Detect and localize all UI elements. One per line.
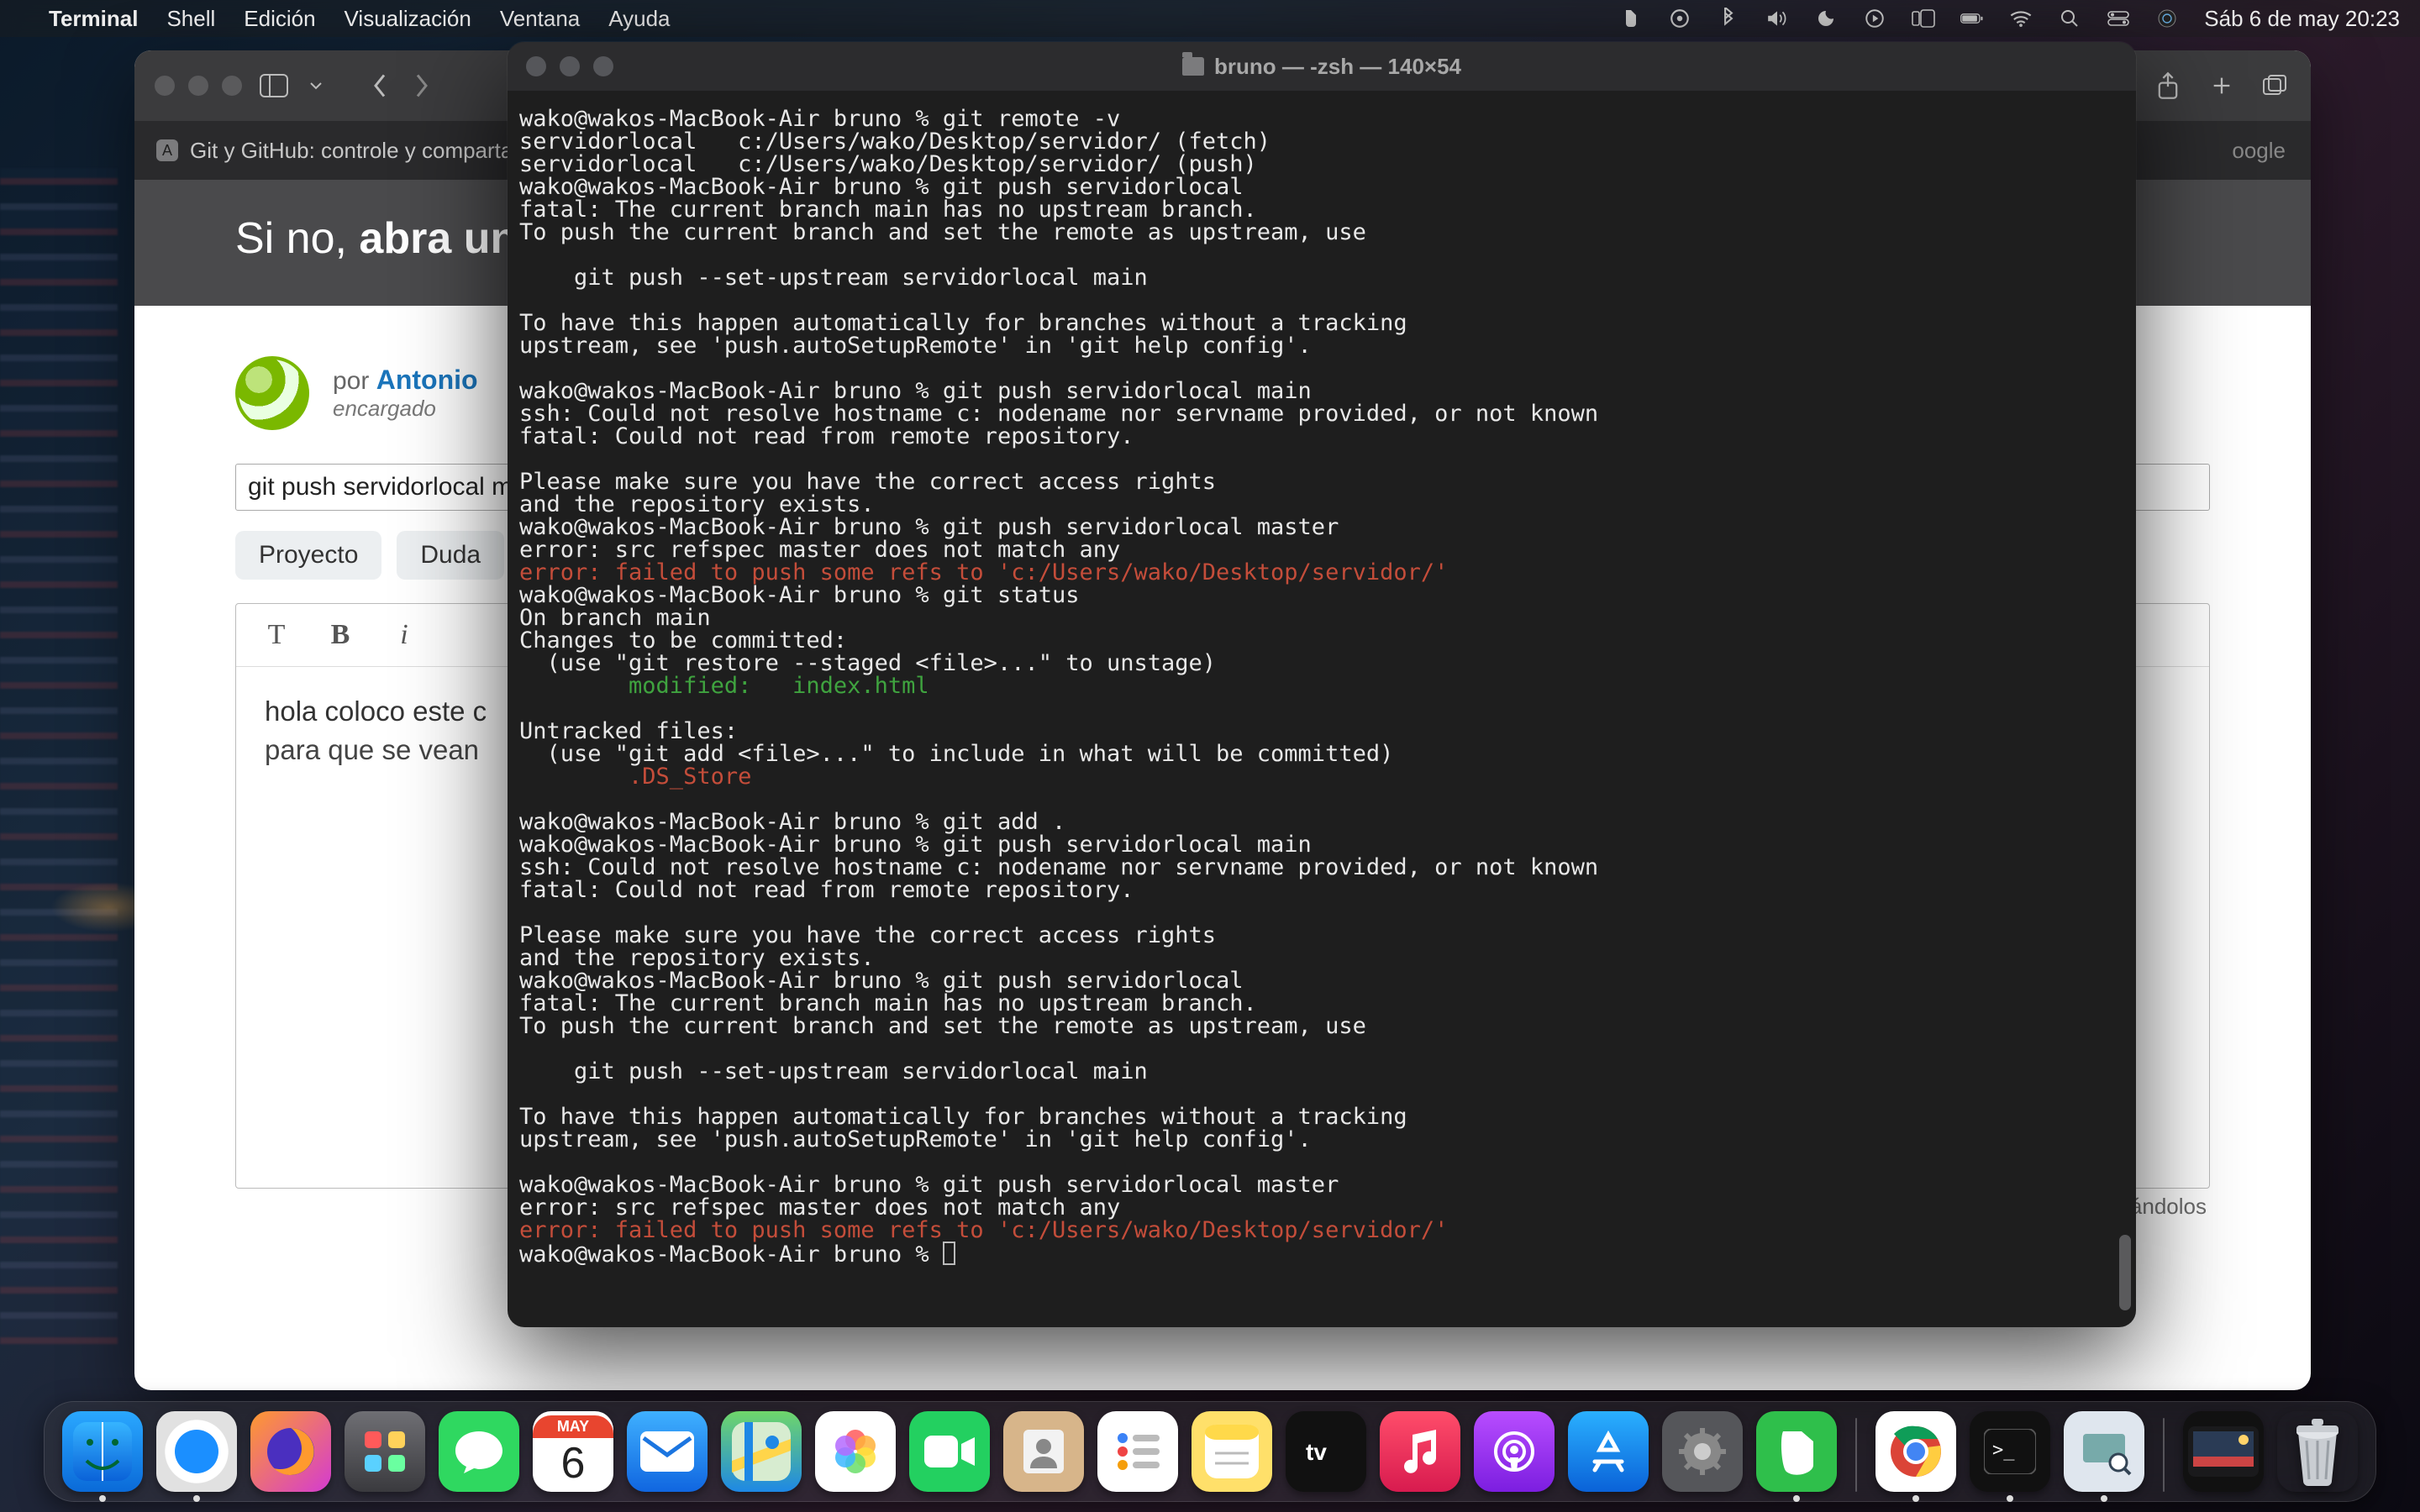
dock-sidecar-tile[interactable]	[2183, 1411, 2264, 1492]
macos-dock: MAY 6 tv >_	[44, 1401, 2376, 1502]
dock-app-messages[interactable]	[439, 1411, 519, 1492]
minimize-icon[interactable]	[560, 56, 580, 76]
menubar-item-ayuda[interactable]: Ayuda	[608, 6, 670, 32]
editor-text-line: hola coloco este c	[265, 696, 487, 727]
author-name-link[interactable]: Antonio	[376, 365, 478, 395]
menubar-item-visualizacion[interactable]: Visualización	[345, 6, 471, 32]
dock-app-appstore[interactable]	[1568, 1411, 1649, 1492]
dock-app-music[interactable]	[1380, 1411, 1460, 1492]
dock-app-mail[interactable]	[627, 1411, 708, 1492]
terminal-traffic-lights[interactable]	[526, 56, 613, 76]
tab-overview-icon[interactable]	[2260, 71, 2291, 101]
dock-app-finder[interactable]	[62, 1411, 143, 1492]
macos-menubar: Terminal Shell Edición Visualización Ven…	[0, 0, 2420, 37]
siri-icon[interactable]	[2155, 7, 2179, 30]
terminal-window[interactable]: bruno — -zsh — 140×54 wako@wakos-MacBook…	[508, 42, 2136, 1327]
dock-separator	[1855, 1418, 1857, 1492]
dock-app-evernote[interactable]	[1756, 1411, 1837, 1492]
calendar-month-label: MAY	[533, 1415, 613, 1438]
tab-favicon-icon: A	[156, 139, 178, 161]
dock-app-tv[interactable]: tv	[1286, 1411, 1366, 1492]
evernote-menubar-icon[interactable]	[1619, 7, 1643, 30]
editor-bold-button[interactable]: B	[324, 619, 357, 651]
calendar-day-number: 6	[561, 1438, 586, 1488]
terminal-titlebar[interactable]: bruno — -zsh — 140×54	[508, 42, 2136, 91]
menubar-item-edicion[interactable]: Edición	[244, 6, 315, 32]
dock-app-photos[interactable]	[815, 1411, 896, 1492]
sidebar-icon[interactable]	[259, 71, 289, 101]
do-not-disturb-icon[interactable]	[1814, 7, 1838, 30]
safari-tab-right-peek[interactable]: oogle	[2207, 138, 2311, 164]
forward-icon[interactable]	[407, 71, 437, 101]
dock-app-maps[interactable]	[721, 1411, 802, 1492]
zoom-icon[interactable]	[222, 76, 242, 96]
editor-italic-button[interactable]: i	[387, 619, 421, 651]
dock-app-contacts[interactable]	[1003, 1411, 1084, 1492]
menubar-clock[interactable]: Sáb 6 de may 20:23	[2204, 6, 2400, 32]
terminal-title: bruno — -zsh — 140×54	[1214, 54, 1461, 80]
dock-trash[interactable]	[2277, 1411, 2358, 1492]
volume-icon[interactable]	[1765, 7, 1789, 30]
author-role: encargado	[333, 396, 478, 422]
svg-text:>_: >_	[1992, 1440, 2015, 1461]
dock-separator	[2163, 1418, 2165, 1492]
author-by-label: por	[333, 367, 376, 395]
svg-text:tv: tv	[1306, 1439, 1327, 1465]
dock-app-notes[interactable]	[1192, 1411, 1272, 1492]
control-center-icon[interactable]	[2107, 7, 2130, 30]
menubar-app-name[interactable]: Terminal	[49, 6, 138, 32]
screen-mirroring-icon[interactable]	[1863, 7, 1886, 30]
dock-app-chrome[interactable]	[1876, 1411, 1956, 1492]
menubar-item-shell[interactable]: Shell	[166, 6, 215, 32]
battery-icon[interactable]	[1960, 7, 1984, 30]
back-icon[interactable]	[365, 71, 395, 101]
close-icon[interactable]	[526, 56, 546, 76]
tab-title: Git y GitHub: controle y comparta su	[190, 138, 542, 164]
dock-app-calendar[interactable]: MAY 6	[533, 1411, 613, 1492]
spotlight-icon[interactable]	[2058, 7, 2081, 30]
author-avatar[interactable]	[235, 356, 309, 430]
airpods-menubar-icon[interactable]	[1668, 7, 1691, 30]
dock-app-launchpad[interactable]	[345, 1411, 425, 1492]
dock-app-firefox[interactable]	[250, 1411, 331, 1492]
tag-pill-proyecto[interactable]: Proyecto	[235, 531, 381, 580]
chevron-down-icon[interactable]	[301, 71, 331, 101]
dock-app-settings[interactable]	[1662, 1411, 1743, 1492]
dock-app-facetime[interactable]	[909, 1411, 990, 1492]
bluetooth-icon[interactable]	[1717, 7, 1740, 30]
dock-app-preview[interactable]	[2064, 1411, 2144, 1492]
tag-pill-duda[interactable]: Duda	[397, 531, 504, 580]
dock-app-terminal[interactable]: >_	[1970, 1411, 2050, 1492]
new-tab-icon[interactable]	[2207, 71, 2237, 101]
minimize-icon[interactable]	[188, 76, 208, 96]
dock-app-reminders[interactable]	[1097, 1411, 1178, 1492]
close-icon[interactable]	[155, 76, 175, 96]
wifi-icon[interactable]	[2009, 7, 2033, 30]
page-title-prefix: Si no,	[235, 214, 359, 263]
dock-app-safari[interactable]	[156, 1411, 237, 1492]
safari-traffic-lights[interactable]	[155, 76, 242, 96]
share-icon[interactable]	[2153, 71, 2183, 101]
scrollbar-thumb[interactable]	[2119, 1235, 2131, 1310]
terminal-scrollbar[interactable]	[2118, 92, 2133, 1320]
stage-manager-icon[interactable]	[1912, 7, 1935, 30]
folder-icon	[1182, 57, 1204, 76]
dock-app-podcasts[interactable]	[1474, 1411, 1555, 1492]
terminal-output[interactable]: wako@wakos-MacBook-Air bruno % git remot…	[508, 91, 2136, 1283]
editor-title-button[interactable]: T	[260, 619, 293, 651]
safari-tab-active[interactable]: A Git y GitHub: controle y comparta su	[134, 121, 565, 180]
zoom-icon[interactable]	[593, 56, 613, 76]
menubar-item-ventana[interactable]: Ventana	[500, 6, 580, 32]
